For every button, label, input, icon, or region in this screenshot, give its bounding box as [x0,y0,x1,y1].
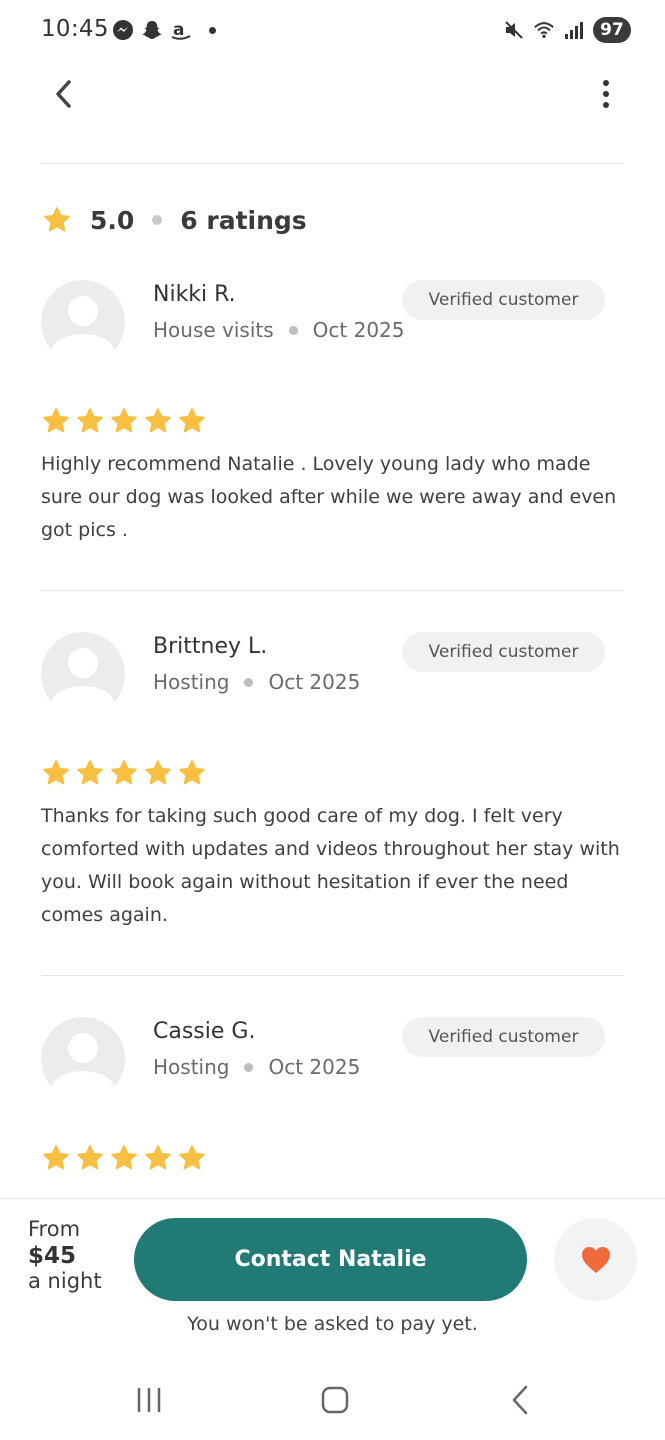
heart-icon [581,1246,610,1273]
avatar [41,1017,125,1101]
mute-icon [503,19,525,41]
review-divider [41,975,624,976]
star-icon [145,760,171,785]
star-icon [43,760,69,785]
star-icon [179,760,205,785]
header-divider [41,163,624,164]
status-time: 10:45 [41,16,109,42]
system-icons: 97 [503,17,631,43]
messenger-icon [112,19,134,41]
verified-badge: Verified customer [402,280,605,320]
recents-button[interactable] [136,1386,162,1418]
review-meta: House visits Oct 2025 [153,318,405,342]
review-date: Oct 2025 [312,318,405,342]
review-meta: Hosting Oct 2025 [153,1055,360,1079]
review-meta: Hosting Oct 2025 [153,670,360,694]
price-unit: a night [28,1269,102,1293]
review-card: Nikki R. House visits Oct 2025 Verified … [41,280,626,550]
star-rating [41,406,207,436]
star-icon [145,408,171,433]
rating-summary: 5.0 6 ratings [42,200,307,240]
separator-dot [152,215,163,225]
service-type: Hosting [153,670,230,694]
star-icon [44,207,70,232]
verified-badge: Verified customer [402,632,605,672]
average-rating: 5.0 [90,205,135,235]
star-icon [179,1145,205,1170]
reviewer-name: Cassie G. [153,1019,256,1044]
favorite-button[interactable] [554,1218,637,1301]
star-rating [41,758,207,788]
star-rating [41,1143,207,1173]
ratings-count: 6 ratings [180,205,307,235]
notification-dot [209,26,216,34]
home-button[interactable] [321,1386,349,1418]
star-icon [111,1145,137,1170]
star-icon [43,408,69,433]
reviewer-name: Brittney L. [153,634,268,659]
star-icon [77,1145,103,1170]
more-vertical-icon [603,80,609,108]
review-text: Highly recommend Natalie . Lovely young … [41,453,617,541]
chevron-left-icon [56,80,71,108]
verified-badge: Verified customer [402,1017,605,1057]
price-amount: $45 [28,1243,77,1269]
app-bar [0,62,665,126]
review-text: Thanks for taking such good care of my d… [41,805,620,926]
avatar [41,280,125,364]
system-nav-bar [0,1360,665,1440]
review-date: Oct 2025 [268,1055,361,1079]
review-divider [41,590,624,591]
star-icon [43,1145,69,1170]
star-icon [145,1145,171,1170]
signal-icon [563,19,585,41]
separator-dot [244,677,254,687]
star-icon [111,760,137,785]
separator-dot [288,325,298,335]
home-icon [321,1386,349,1414]
service-type: House visits [153,318,274,342]
star-icon [111,408,137,433]
separator-dot [244,1062,254,1072]
status-bar: 10:45 a 97 [0,0,665,62]
snapchat-icon [141,19,163,41]
payment-note: You won't be asked to pay yet. [187,1313,478,1335]
price-from-label: From [28,1217,81,1241]
review-date: Oct 2025 [268,670,361,694]
back-button[interactable] [44,74,84,114]
battery-indicator: 97 [593,17,631,43]
amazon-icon: a [170,19,192,41]
star-icon [77,760,103,785]
star-icon [179,408,205,433]
review-card: Cassie G. Hosting Oct 2025 Verified cust… [41,1017,626,1197]
wifi-icon [533,19,555,41]
contact-button[interactable]: Contact Natalie [134,1218,527,1301]
recents-icon [137,1388,161,1412]
back-icon [512,1385,528,1415]
review-card: Brittney L. Hosting Oct 2025 Verified cu… [41,632,626,932]
more-options-button[interactable] [591,74,621,114]
avatar [41,632,125,716]
reviewer-name: Nikki R. [153,282,236,307]
notification-icons: a [112,19,216,41]
system-back-button[interactable] [510,1384,530,1420]
star-icon [77,408,103,433]
booking-bar: From $45 a night Contact Natalie You won… [0,1198,665,1356]
service-type: Hosting [153,1055,230,1079]
